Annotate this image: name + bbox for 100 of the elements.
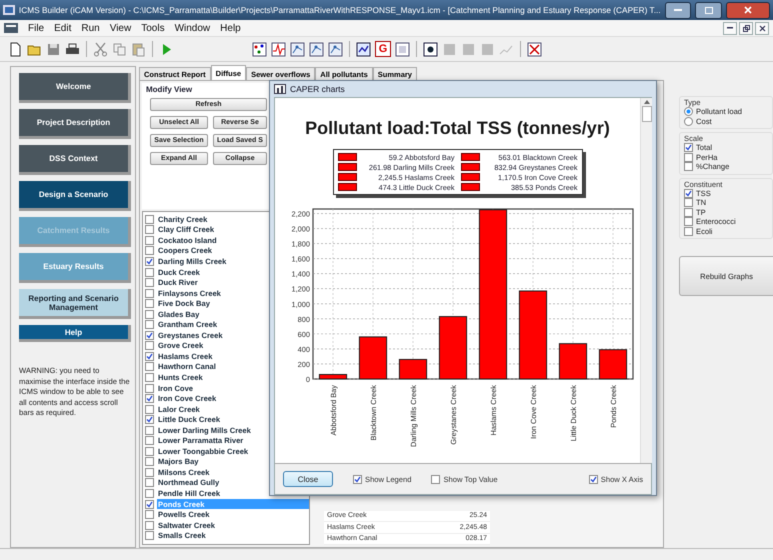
nav-button[interactable]: Project Description <box>19 109 131 139</box>
checkbox[interactable] <box>145 372 154 382</box>
restore-button[interactable] <box>739 22 753 34</box>
checkbox[interactable] <box>684 152 693 162</box>
menu-item[interactable]: Tools <box>141 22 165 34</box>
menu-item[interactable]: Run <box>81 22 100 34</box>
checkbox[interactable] <box>145 510 154 520</box>
chart-title: Pollutant load:Total TSS (tonnes/yr) <box>305 118 610 139</box>
menu-item[interactable]: View <box>110 22 132 34</box>
checkbox[interactable] <box>431 474 440 484</box>
scroll-up-icon[interactable] <box>644 100 650 104</box>
menu-item[interactable]: Window <box>174 22 210 34</box>
checkbox[interactable] <box>684 162 693 172</box>
checkbox[interactable] <box>684 198 693 208</box>
checkbox[interactable] <box>145 426 154 435</box>
checkbox[interactable] <box>145 236 154 245</box>
checkbox[interactable] <box>145 488 154 498</box>
checkbox[interactable] <box>145 500 154 509</box>
checkbox[interactable] <box>145 404 154 414</box>
checkbox[interactable] <box>145 446 154 456</box>
checkbox[interactable] <box>684 188 693 198</box>
graph-icon[interactable] <box>271 42 286 56</box>
checkbox[interactable] <box>145 288 154 298</box>
paste-icon[interactable] <box>131 42 146 56</box>
checkbox[interactable] <box>145 330 154 340</box>
chart-window-icon <box>274 84 286 94</box>
network-icon[interactable] <box>290 42 305 56</box>
checkbox[interactable] <box>684 208 693 217</box>
checkbox[interactable] <box>684 143 693 152</box>
window-title: ICMS Builder (iCAM Version) - C:\ICMS_Parramatta\Builder\Projects\ParramattaRiverWithRESPONSE_Mayv1.icm - [Catchment Planning and Estuary Response (CAPER) T... <box>18 5 661 15</box>
legend-swatch <box>338 153 356 161</box>
minimize-button[interactable] <box>723 22 737 34</box>
checkbox[interactable] <box>145 341 154 350</box>
maximize-button[interactable] <box>695 2 722 18</box>
close-icon <box>744 6 752 14</box>
bar <box>318 374 348 380</box>
printer-icon[interactable] <box>65 42 80 56</box>
checkbox[interactable] <box>145 531 154 540</box>
window-icon[interactable] <box>395 42 410 56</box>
checkbox[interactable] <box>145 278 154 288</box>
checkbox[interactable] <box>145 415 154 424</box>
legend-swatch <box>460 153 480 161</box>
checkbox[interactable] <box>145 384 154 393</box>
scrollbar[interactable] <box>640 98 652 463</box>
checkbox[interactable] <box>145 320 154 330</box>
dialog-title: CAPER charts <box>290 84 345 94</box>
close-button[interactable]: Close <box>283 471 333 487</box>
checkbox[interactable] <box>145 352 154 361</box>
bar <box>438 316 468 380</box>
checkbox[interactable] <box>145 256 154 266</box>
checkbox[interactable] <box>145 520 154 530</box>
network-icon[interactable] <box>328 42 343 56</box>
nav-button[interactable]: DSS Context <box>19 145 131 175</box>
checkbox[interactable] <box>684 217 693 226</box>
document-icon[interactable] <box>4 23 18 33</box>
bar <box>358 336 388 380</box>
scatter-plot-icon[interactable] <box>252 42 267 56</box>
scroll-thumb[interactable] <box>642 106 652 122</box>
menu-item[interactable]: Edit <box>54 22 72 34</box>
letter-icon[interactable]: G <box>375 41 391 57</box>
minimize-button[interactable] <box>664 2 692 18</box>
checkbox[interactable] <box>145 457 154 466</box>
checkbox[interactable] <box>145 394 154 404</box>
menu-item[interactable]: File <box>28 22 44 34</box>
checkbox[interactable] <box>145 436 154 446</box>
maximize-icon <box>704 6 713 14</box>
bar <box>598 349 628 380</box>
close-button[interactable] <box>755 22 769 34</box>
cross-chart-icon[interactable] <box>527 42 542 56</box>
checkbox[interactable] <box>145 225 154 234</box>
minimize-icon <box>727 27 733 29</box>
radio-button[interactable] <box>684 107 693 116</box>
target-icon[interactable] <box>423 42 438 56</box>
checkbox[interactable] <box>145 362 154 372</box>
checkbox[interactable] <box>145 310 154 319</box>
minimize-icon <box>674 8 682 12</box>
nav-button[interactable]: Welcome <box>19 73 131 103</box>
legend-swatch <box>460 163 480 171</box>
nav-button[interactable]: Reporting and Scenario Management <box>19 289 131 319</box>
checkbox[interactable] <box>145 299 154 308</box>
legend-swatch <box>338 163 356 171</box>
menu-item[interactable]: Help <box>220 22 241 34</box>
checkbox[interactable] <box>684 226 693 236</box>
checkbox[interactable] <box>588 474 598 484</box>
legend-swatch <box>338 173 356 181</box>
close-icon <box>758 24 766 32</box>
scissors-icon[interactable] <box>93 42 108 56</box>
nav-button[interactable]: Help <box>19 325 131 342</box>
checkbox[interactable] <box>145 268 154 276</box>
close-button[interactable] <box>726 2 770 18</box>
checkbox[interactable] <box>145 246 154 256</box>
checkbox[interactable] <box>145 468 154 477</box>
checkbox[interactable] <box>145 478 154 488</box>
checkbox[interactable] <box>353 474 362 484</box>
radio-button[interactable] <box>684 116 693 126</box>
checkbox[interactable] <box>145 214 154 224</box>
nav-button[interactable]: Design a Scenario <box>19 181 131 211</box>
new-file-icon[interactable] <box>8 42 23 56</box>
network-icon[interactable] <box>309 42 324 56</box>
copy-icon[interactable] <box>112 42 127 56</box>
